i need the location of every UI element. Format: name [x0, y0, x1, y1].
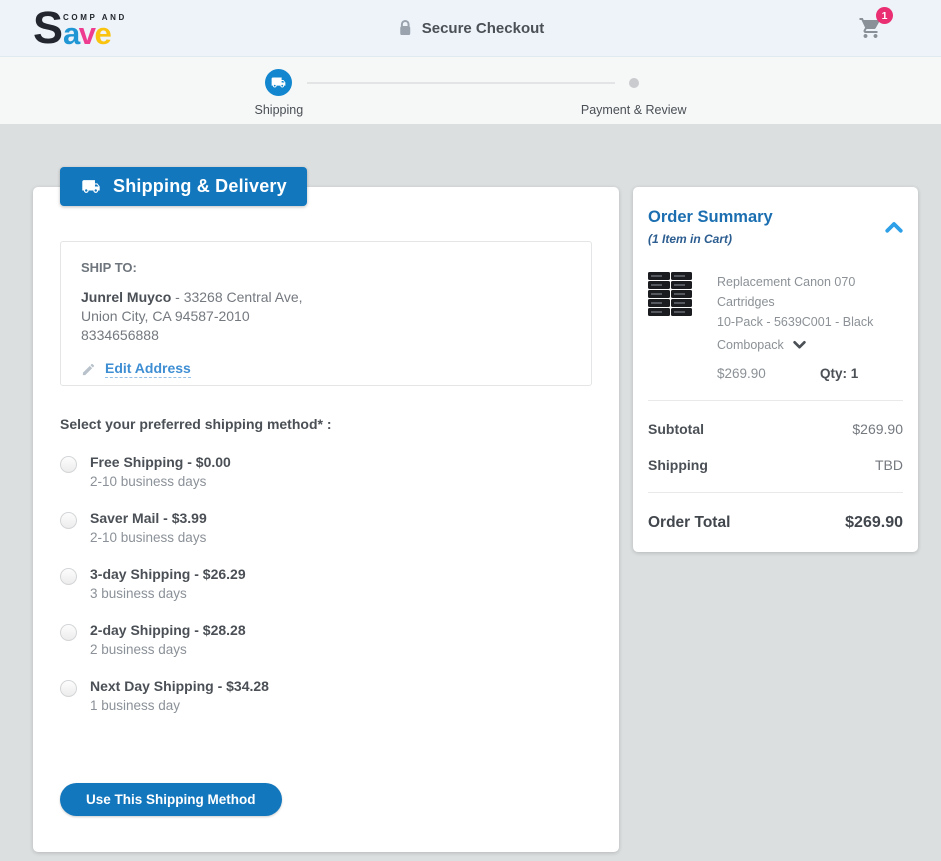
secure-checkout-title: Secure Checkout — [397, 19, 545, 37]
checkout-progress-bar: Shipping Payment & Review — [0, 57, 941, 124]
shipping-method-list: Free Shipping - $0.00 2-10 business days… — [60, 453, 592, 715]
method-label: Saver Mail - $3.99 — [90, 509, 207, 528]
item-quantity: Qty: 1 — [820, 366, 858, 381]
step-shipping-label: Shipping — [255, 103, 304, 117]
order-summary-title: Order Summary — [648, 208, 773, 227]
radio-button[interactable] — [60, 680, 77, 697]
order-summary-panel: Order Summary (1 Item in Cart) Replaceme… — [633, 187, 918, 552]
subtotal-value: $269.90 — [852, 421, 903, 437]
item-price: $269.90 — [717, 366, 820, 381]
edit-address-label: Edit Address — [105, 360, 191, 378]
product-info: Replacement Canon 070 Cartridges 10-Pack… — [717, 272, 903, 381]
method-label: 2-day Shipping - $28.28 — [90, 621, 246, 640]
checkout-header: S COMP AND a v e Secure Checkout 1 — [0, 0, 941, 57]
subtotal-row: Subtotal $269.90 — [648, 421, 903, 437]
phone-number: 8334656888 — [81, 326, 571, 345]
lock-icon — [397, 19, 413, 37]
product-title-line1: Replacement Canon 070 Cartridges — [717, 272, 903, 312]
address-line-2: Union City, CA 94587-2010 — [81, 307, 571, 326]
order-total-label: Order Total — [648, 514, 730, 532]
step-shipping[interactable]: Shipping — [255, 69, 304, 117]
secure-checkout-label: Secure Checkout — [422, 20, 545, 37]
truck-icon — [271, 75, 286, 90]
product-thumbnail — [648, 272, 692, 381]
method-label: 3-day Shipping - $26.29 — [90, 565, 246, 584]
shipping-value: TBD — [875, 457, 903, 473]
chevron-down-icon — [793, 340, 806, 350]
shipping-method-option-next-day[interactable]: Next Day Shipping - $34.28 1 business da… — [60, 677, 592, 715]
logo-right: COMP AND a v e — [63, 13, 127, 45]
variant-label: Combopack — [717, 338, 784, 352]
method-text: Next Day Shipping - $34.28 1 business da… — [90, 677, 269, 715]
method-label: Next Day Shipping - $34.28 — [90, 677, 269, 696]
radio-button[interactable] — [60, 512, 77, 529]
radio-button[interactable] — [60, 456, 77, 473]
shipping-delivery-panel: Shipping & Delivery SHIP TO: Junrel Muyc… — [33, 187, 619, 852]
logo-letter-a: a — [63, 23, 79, 45]
ship-to-label: SHIP TO: — [81, 260, 571, 275]
method-eta: 2-10 business days — [90, 528, 207, 547]
radio-button[interactable] — [60, 624, 77, 641]
method-text: Saver Mail - $3.99 2-10 business days — [90, 509, 207, 547]
cart-item: Replacement Canon 070 Cartridges 10-Pack… — [648, 272, 903, 381]
method-eta: 2-10 business days — [90, 472, 231, 491]
cart-count-badge: 1 — [876, 7, 893, 24]
logo-letter-v: v — [79, 23, 95, 45]
shipping-method-option-3day[interactable]: 3-day Shipping - $26.29 3 business days — [60, 565, 592, 603]
shipping-row: Shipping TBD — [648, 457, 903, 473]
street-address: - 33268 Central Ave, — [171, 289, 302, 305]
shipping-method-option-2day[interactable]: 2-day Shipping - $28.28 2 business days — [60, 621, 592, 659]
compandsave-logo[interactable]: S COMP AND a v e — [33, 10, 127, 45]
shipping-method-prompt: Select your preferred shipping method* : — [60, 416, 592, 432]
ship-to-box: SHIP TO: Junrel Muyco - 33268 Central Av… — [60, 241, 592, 386]
shipping-method-option-saver-mail[interactable]: Saver Mail - $3.99 2-10 business days — [60, 509, 592, 547]
method-text: 2-day Shipping - $28.28 2 business days — [90, 621, 246, 659]
payment-step-dot — [629, 78, 639, 88]
method-text: 3-day Shipping - $26.29 3 business days — [90, 565, 246, 603]
order-summary-header: Order Summary (1 Item in Cart) — [648, 208, 903, 246]
subtotal-label: Subtotal — [648, 421, 704, 437]
truck-icon — [80, 177, 102, 196]
logo-letter-e: e — [95, 23, 111, 45]
use-shipping-method-button[interactable]: Use This Shipping Method — [60, 783, 282, 816]
method-label: Free Shipping - $0.00 — [90, 453, 231, 472]
stepper: Shipping Payment & Review — [255, 57, 687, 117]
stepper-connector — [307, 82, 615, 84]
edit-address-link[interactable]: Edit Address — [81, 360, 191, 378]
step-payment-label: Payment & Review — [581, 103, 687, 117]
pencil-icon — [81, 362, 96, 377]
panel-title: Shipping & Delivery — [113, 176, 287, 197]
chevron-up-icon[interactable] — [885, 220, 903, 234]
order-total-row: Order Total $269.90 — [648, 514, 903, 532]
address-line-1: Junrel Muyco - 33268 Central Ave, — [81, 288, 571, 307]
cart-count-subtitle: (1 Item in Cart) — [648, 232, 773, 246]
shipping-delivery-banner: Shipping & Delivery — [60, 167, 307, 206]
radio-button[interactable] — [60, 568, 77, 585]
order-summary-titles: Order Summary (1 Item in Cart) — [648, 208, 773, 246]
shipping-step-circle — [265, 69, 292, 96]
price-qty-row: $269.90 Qty: 1 — [717, 366, 903, 381]
recipient-name: Junrel Muyco — [81, 289, 171, 305]
shipping-method-option-free[interactable]: Free Shipping - $0.00 2-10 business days — [60, 453, 592, 491]
logo-ave: a v e — [63, 23, 127, 45]
summary-divider — [648, 400, 903, 401]
order-total-value: $269.90 — [845, 514, 903, 532]
method-eta: 3 business days — [90, 584, 246, 603]
checkout-content: Shipping & Delivery SHIP TO: Junrel Muyc… — [33, 187, 918, 852]
logo-letter-s: S — [33, 10, 61, 45]
method-text: Free Shipping - $0.00 2-10 business days — [90, 453, 231, 491]
step-payment-review[interactable]: Payment & Review — [581, 69, 687, 117]
method-eta: 2 business days — [90, 640, 246, 659]
method-eta: 1 business day — [90, 696, 269, 715]
summary-divider — [648, 492, 903, 493]
cart-button[interactable]: 1 — [858, 16, 883, 45]
variant-dropdown[interactable]: Combopack — [717, 338, 806, 352]
product-title-line2: 10-Pack - 5639C001 - Black — [717, 312, 903, 332]
shipping-label: Shipping — [648, 457, 708, 473]
